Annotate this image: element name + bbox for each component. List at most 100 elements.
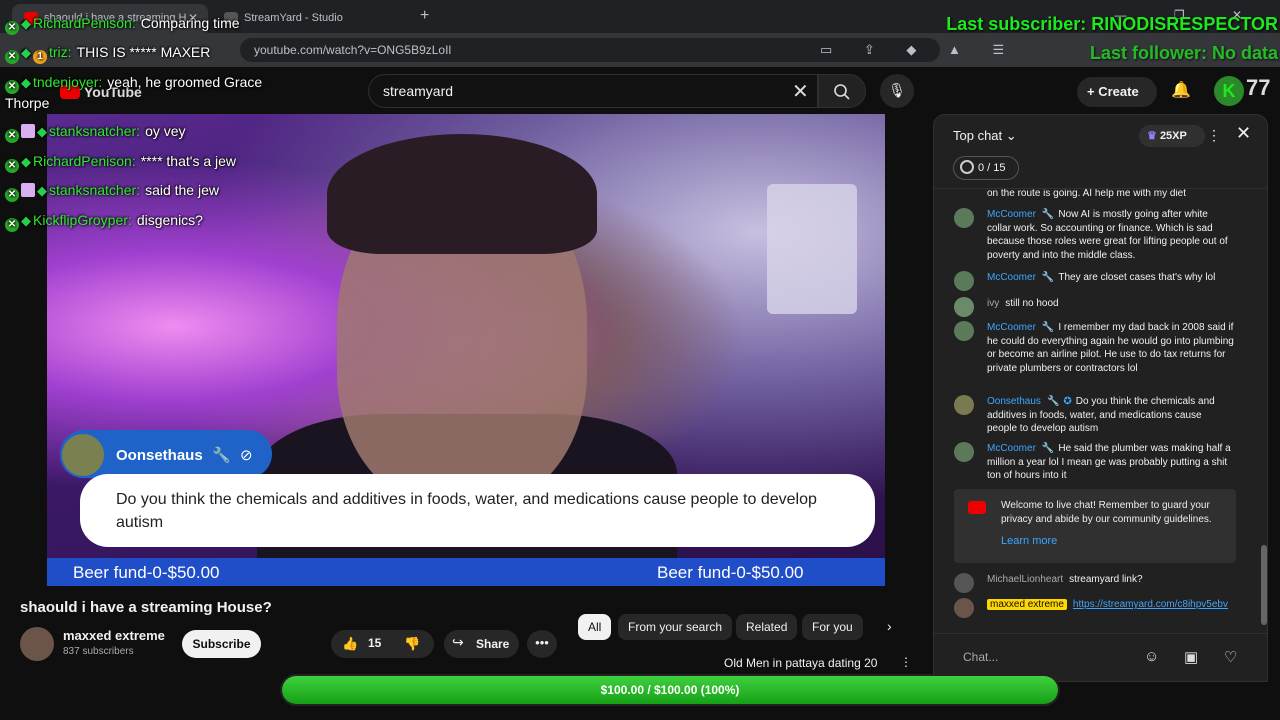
chat-message: on the route is going. AI help me with m… [954,189,1234,201]
overlay-chat-text: Thorpe [5,95,50,111]
chat-message: ivy still no hood [954,297,1234,317]
overlay-chat-text: Comparing time [140,15,240,31]
overlay-chat-line: ✕ ◆ tndenjoyer: yeah, he groomed Grace [5,72,262,94]
search-button[interactable] [818,74,866,108]
chevron-down-icon: ⌄ [1005,128,1017,143]
featured-comment-avatar [60,432,106,478]
new-tab-icon[interactable]: + [420,7,429,25]
chat-mode-label: Top chat [953,128,1003,143]
channel-avatar[interactable] [20,627,54,661]
chat-avatar[interactable] [954,573,974,593]
wrench-icon: 🔧 [1041,272,1055,283]
chip-for-you[interactable]: For you [802,614,863,640]
chat-message: McCoomer 🔧 They are closet cases that's wh… [954,271,1234,291]
wrench-icon: 🔧 [1041,443,1055,454]
tab-streamyard[interactable]: StreamYard - Studio [212,4,412,33]
diamond-icon: ◆ [21,45,31,60]
overlay-chat-line: ✕ ◆ stanksnatcher: oy vey [5,121,186,143]
video-title: shaould i have a streaming House? [20,599,272,616]
notifications-bell-icon[interactable]: 🔔 [1171,80,1191,100]
diamond-icon: ◆ [37,124,47,139]
gift-badge-icon [21,124,35,138]
search-icon [834,84,850,100]
chat-avatar[interactable] [954,395,974,415]
chat-avatar[interactable] [954,598,974,618]
mod-badge-icon: ✕ [5,218,19,232]
close-chat-icon[interactable]: ✕ [1236,123,1251,144]
chevron-right-icon[interactable]: › [887,618,892,634]
chat-author[interactable]: ivy [987,298,999,309]
emoji-icon[interactable]: ☺ [1144,648,1159,665]
account-avatar[interactable]: K [1214,76,1244,106]
verified-icon: ✪ [1063,396,1072,407]
donation-goal-label: $100.00 / $100.00 (100%) [600,683,740,697]
heart-icon[interactable]: ♡ [1224,648,1237,666]
channel-name[interactable]: maxxed extreme [63,628,165,643]
chat-header: Top chat ⌄ ♛ 25XP ⋮ ✕ 0 / 15 [934,115,1267,189]
chip-from-your-search[interactable]: From your search [618,614,733,640]
avatar-overlay-number: 77 [1246,75,1271,100]
streamer-hair-image [327,134,597,254]
chat-avatar[interactable] [954,297,974,317]
chat-author[interactable]: McCoomer [987,272,1036,283]
owner-badge[interactable]: maxxed extreme [987,599,1067,610]
chat-author[interactable]: McCoomer [987,443,1036,454]
search-input[interactable]: streamyard [368,74,818,108]
subscribe-button[interactable]: Subscribe [182,630,261,658]
mic-icon[interactable]: 🎙 [880,74,914,108]
chat-message-link[interactable]: https://streamyard.com/c8ihpv5ebv [1073,599,1228,610]
chat-message-text: streamyard link? [1069,574,1143,585]
chip-related[interactable]: Related [736,614,798,640]
target-icon [960,160,974,174]
chat-message-owner: maxxed extreme https://streamyard.com/c8i… [954,598,1234,618]
diamond-icon: ◆ [21,16,31,31]
chat-mode-dropdown[interactable]: Top chat ⌄ [953,128,1017,144]
chat-scrollbar[interactable] [1261,195,1267,625]
more-actions-icon[interactable]: ••• [527,630,557,658]
overlay-chat-name: RichardPenison: [33,15,136,31]
screen: shaould i have a streaming H ✕ StreamYar… [0,0,1280,720]
clear-search-icon[interactable]: ✕ [792,79,809,104]
chat-avatar[interactable] [954,271,974,291]
overlay-chat-text: disgenics? [136,212,203,228]
chat-avatar[interactable] [954,208,974,228]
chip-all[interactable]: All [578,614,612,640]
chat-menu-icon[interactable]: ⋮ [1207,127,1221,144]
chat-input[interactable]: Chat... [963,650,998,664]
overlay-chat-line: ✕ ◆ RichardPenison: **** that's a jew [5,151,236,173]
youtube-icon [968,501,986,514]
overlay-chat-line: Thorpe [5,93,49,113]
super-chat-icon[interactable]: ▣ [1184,648,1198,666]
chat-message-text: on the route is going. AI help me with m… [987,189,1186,199]
overlay-chat-text: THIS IS ***** MAXER [76,44,211,60]
dislike-icon[interactable]: 👎 [404,636,420,652]
recommended-menu-icon[interactable]: ⋮ [900,655,912,669]
create-button[interactable]: + Create [1077,77,1157,107]
overlay-chat-line: ✕ ◆ RichardPenison: Comparing time [5,13,240,35]
learn-more-link[interactable]: Learn more [1001,535,1057,547]
last-follower: Last follower: No data [1089,43,1278,63]
featured-comment-author: Oonsethaus [116,447,203,464]
chat-scrollbar-thumb[interactable] [1261,545,1267,625]
featured-comment-text: Do you think the chemicals and additives… [80,474,875,547]
wrench-icon: 🔧 [1046,396,1060,407]
overlay-chat-line: ✕ ◆ stanksnatcher: said the jew [5,180,219,202]
chat-author[interactable]: McCoomer [987,322,1036,333]
overlay-chat-line: ✕ ◆ 1 triz: THIS IS ***** MAXER [5,42,210,64]
xp-badge[interactable]: ♛ 25XP [1139,125,1205,147]
chat-author[interactable]: MichaelLionheart [987,574,1063,585]
gift-badge-icon [21,183,35,197]
tab-streamyard-title: StreamYard - Studio [244,12,343,24]
welcome-text: Welcome to live chat! Remember to guard … [1001,500,1212,525]
chat-avatar[interactable] [954,442,974,462]
chat-author[interactable]: Oonsethaus [987,396,1041,407]
chat-author[interactable]: McCoomer [987,209,1036,220]
mod-badge-icon: ✕ [5,129,19,143]
beer-fund-right: Beer fund-0-$50.00 [657,563,804,582]
like-icon[interactable]: 👍 [342,636,358,652]
like-count[interactable]: 15 [368,636,381,650]
chat-message-text: still no hood [1005,298,1059,309]
diamond-icon: ◆ [21,75,31,90]
chat-avatar[interactable] [954,321,974,341]
extension-icons[interactable]: ▭ ⇪ ◆ ▲ ☰ [820,42,1018,58]
